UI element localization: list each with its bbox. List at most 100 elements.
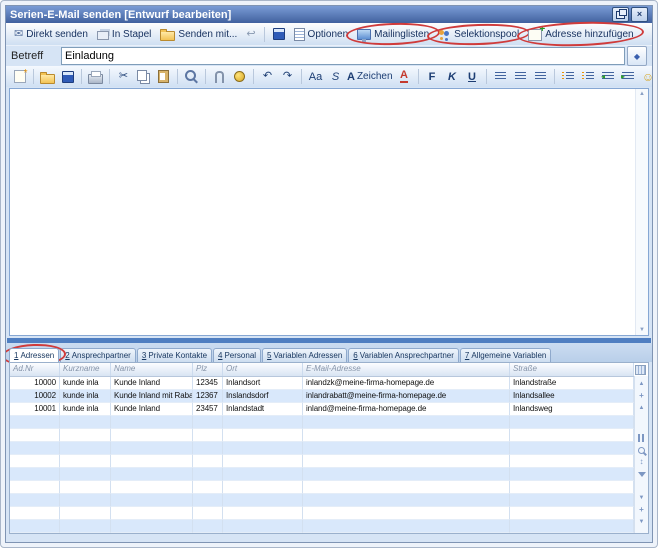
direct-send-button[interactable]: ✉ Direkt senden [10,28,92,41]
save-editor-button[interactable] [58,68,77,85]
subject-dropdown-button[interactable]: ◆ [627,46,647,66]
column-header[interactable]: Name [111,363,193,376]
align-right-button[interactable] [531,68,550,85]
spellcheck-button[interactable] [230,68,249,85]
column-header[interactable]: Ad.Nr [10,363,60,376]
magnifier-icon [185,70,196,81]
separator [177,69,178,84]
align-left-button[interactable] [491,68,510,85]
table-cell [510,481,634,494]
email-body-editor[interactable] [10,89,634,335]
tab-variablen-adressen[interactable]: 5Variablen Adressen [262,348,347,362]
character-button[interactable]: AZeichen [346,68,394,85]
table-row[interactable] [10,468,634,481]
outdent-button[interactable] [599,68,618,85]
subject-input[interactable] [61,47,625,65]
scroll-down-icon[interactable]: ▼ [639,327,645,333]
restore-button[interactable] [612,7,629,22]
page-prev-icon[interactable]: + [635,390,648,402]
column-header[interactable]: E-Mail-Adresse [303,363,510,376]
in-batch-button[interactable]: In Stapel [93,27,155,41]
tab-variablen-ansprechpartner[interactable]: 6Variablen Ansprechpartner [348,348,459,362]
goto-last-icon[interactable]: ▼ [635,516,648,528]
print-button[interactable] [86,68,105,85]
send-with-button[interactable]: Senden mit... [156,26,241,42]
save-button[interactable] [269,27,289,41]
table-cell [111,507,193,520]
editor-scrollbar[interactable]: ▲ ▼ [635,89,648,335]
column-header[interactable]: Ort [223,363,303,376]
bold-button[interactable]: F [423,68,442,85]
font-color-button[interactable]: A [395,68,414,85]
column-header[interactable]: Kurzname [60,363,111,376]
italic-label: K [448,71,456,83]
table-cell [223,468,303,481]
table-cell: Inlandsort [223,377,303,390]
redo-button[interactable]: ↷ [278,68,297,85]
tab-private-kontakte[interactable]: 3Private Kontakte [137,348,212,362]
tab-personal[interactable]: 4Personal [213,348,261,362]
row-down-icon[interactable]: ▼ [635,492,648,504]
table-options-icon[interactable] [635,365,646,375]
paste-button[interactable] [154,68,173,85]
table-cell [60,481,111,494]
selection-pool-button[interactable]: Selektionspool [434,28,523,41]
column-header[interactable]: Plz [193,363,223,376]
align-center-button[interactable] [511,68,530,85]
attach-button[interactable] [210,68,229,85]
tab-adressen[interactable]: 1Adressen [9,348,59,362]
scroll-up-icon[interactable]: ▲ [639,91,645,97]
separator [301,69,302,84]
table-cell [510,507,634,520]
table-row[interactable] [10,455,634,468]
columns-icon[interactable] [635,432,648,444]
mailing-lists-button[interactable]: Mailinglisten [353,27,433,41]
open-button[interactable] [38,68,57,85]
table-row[interactable] [10,429,634,442]
options-button[interactable]: Optionen [290,27,353,42]
table-cell [303,455,510,468]
format-toolbar: ✂ ↶ ↷ Aa S AZeichen A F K U ☺ [6,66,652,87]
table-row[interactable] [10,442,634,455]
table-row[interactable]: 10002kunde inlaKunde Inland mit Rabatt12… [10,390,634,403]
table-row[interactable] [10,481,634,494]
column-header[interactable]: Straße [510,363,634,376]
strikethrough-button[interactable]: S [326,68,345,85]
undo-button[interactable]: ↶ [258,68,277,85]
reply-button[interactable]: ↩ [242,28,259,41]
italic-button[interactable]: K [443,68,462,85]
tab-allgemeine-variablen[interactable]: 7Allgemeine Variablen [460,348,551,362]
underline-button[interactable]: U [463,68,482,85]
table-row[interactable] [10,416,634,429]
titlebar[interactable]: Serien-E-Mail senden [Entwurf bearbeiten… [6,6,652,23]
bullet-list-button[interactable] [579,68,598,85]
add-address-button[interactable]: Adresse hinzufügen [524,26,637,42]
row-up-icon[interactable]: ▲ [635,402,648,414]
tab-ansprechpartner[interactable]: 2Ansprechpartner [60,348,136,362]
table-row[interactable]: 10000kunde inlaKunde Inland12345Inlandso… [10,377,634,390]
font-size-button[interactable]: Aa [306,68,325,85]
table-cell [60,416,111,429]
table-row[interactable] [10,520,634,533]
copy-button[interactable] [134,68,153,85]
filter-icon[interactable] [635,468,648,480]
table-row[interactable] [10,494,634,507]
new-button[interactable] [10,68,29,85]
cut-button[interactable]: ✂ [114,68,133,85]
table-cell: kunde inla [60,377,111,390]
zoom-button[interactable] [182,68,201,85]
redo-icon: ↷ [283,71,292,82]
table-row[interactable] [10,507,634,520]
tab-label: Variablen Adressen [274,351,343,360]
table-row[interactable]: 10001kunde inlaKunde Inland23457Inlandst… [10,403,634,416]
sort-icon[interactable]: ↕ [635,456,648,468]
search-icon[interactable] [635,444,648,456]
goto-first-icon[interactable]: ▲ [635,378,648,390]
table-cell: Inlandstraße [510,377,634,390]
smiley-button[interactable]: ☺ [639,68,653,85]
numbered-list-button[interactable] [559,68,578,85]
indent-button[interactable] [619,68,638,85]
page-next-icon[interactable]: + [635,504,648,516]
table-cell [510,429,634,442]
close-button[interactable]: × [631,7,648,22]
